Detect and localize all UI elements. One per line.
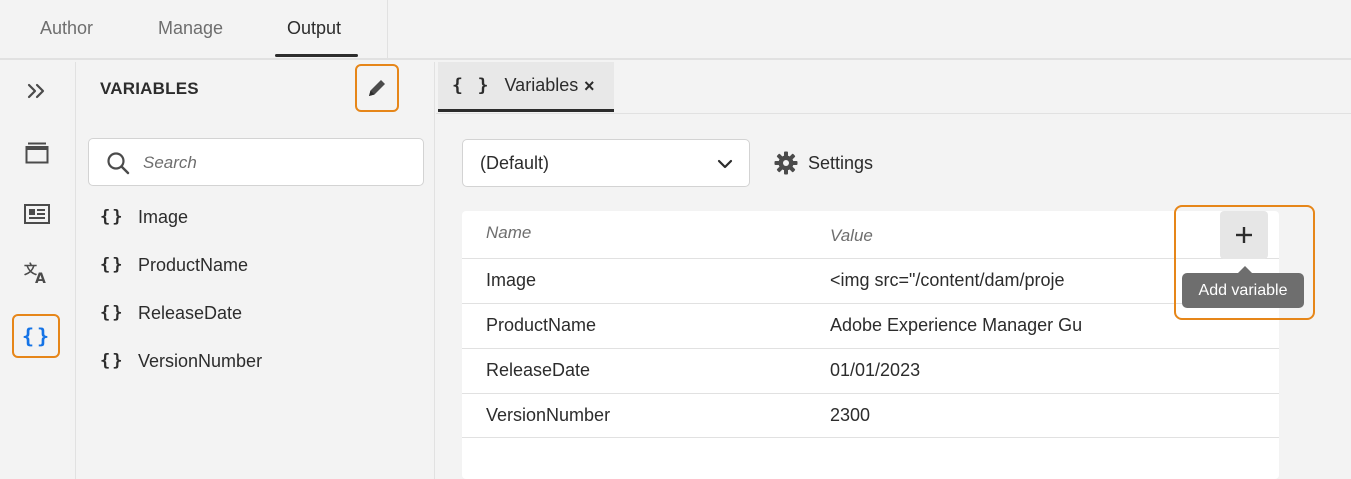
cell-name: ProductName	[486, 315, 597, 335]
settings-button[interactable]: Settings	[774, 149, 873, 177]
document-tab-bar: { } Variables ×	[436, 62, 1351, 114]
add-variable-tooltip: Add variable	[1182, 273, 1304, 308]
cell-value[interactable]: 2300	[830, 405, 1092, 426]
main-area: { } Variables × (Default) Settings Name …	[436, 62, 1351, 479]
variables-icon[interactable]: {}	[22, 321, 52, 351]
variable-braces-icon: {}	[100, 351, 125, 371]
cell-value[interactable]: 01/01/2023	[830, 360, 1092, 381]
panel-title: VARIABLES	[100, 79, 199, 98]
chevron-down-icon	[717, 159, 733, 169]
gear-icon	[774, 151, 798, 175]
variable-list-item[interactable]: {} ReleaseDate	[100, 298, 242, 328]
close-icon[interactable]: ×	[584, 76, 595, 97]
variables-table: Name Value Image <img src="/content/dam/…	[462, 211, 1279, 479]
settings-label: Settings	[808, 152, 874, 173]
add-variable-button[interactable]	[1220, 211, 1268, 259]
cell-name: ReleaseDate	[486, 360, 591, 380]
variable-label: Image	[138, 206, 189, 227]
variable-braces-icon: {}	[100, 255, 125, 275]
table-row[interactable]: Image <img src="/content/dam/proje	[462, 258, 1279, 303]
table-row[interactable]: ProductName Adobe Experience Manager Gu	[462, 303, 1279, 348]
pencil-icon	[369, 80, 385, 96]
top-bar: Author Manage Output	[0, 0, 1351, 60]
cell-value[interactable]: <img src="/content/dam/proje	[830, 270, 1092, 291]
variable-label: ReleaseDate	[138, 302, 243, 323]
variable-label: VersionNumber	[138, 350, 263, 371]
variable-list-item[interactable]: {} Image	[100, 202, 188, 232]
variable-list-item[interactable]: {} ProductName	[100, 250, 248, 280]
search-input[interactable]	[143, 151, 413, 175]
profile-dropdown-value: (Default)	[480, 153, 550, 173]
tab-manage[interactable]: Manage	[158, 18, 223, 39]
search-icon	[107, 152, 130, 175]
tooltip-arrow	[1238, 266, 1252, 273]
plus-icon	[1236, 227, 1252, 243]
expand-icon[interactable]	[22, 76, 52, 106]
column-header-name: Name	[486, 223, 532, 242]
profile-dropdown[interactable]: (Default)	[462, 139, 750, 187]
braces-icon: { }	[452, 75, 491, 96]
preview-icon[interactable]	[22, 138, 52, 168]
active-tab-indicator	[275, 54, 358, 57]
cell-name: Image	[486, 270, 537, 290]
table-row[interactable]: VersionNumber 2300	[462, 393, 1279, 438]
tab-output[interactable]: Output	[287, 18, 341, 39]
variable-list-item[interactable]: {} VersionNumber	[100, 346, 262, 376]
tab-variables[interactable]: { } Variables ×	[438, 62, 614, 112]
search-box[interactable]	[88, 138, 424, 186]
variable-braces-icon: {}	[100, 303, 125, 323]
cell-value[interactable]: Adobe Experience Manager Gu	[830, 315, 1092, 336]
left-rail: 文A {}	[0, 62, 76, 479]
translate-icon[interactable]: 文A	[22, 258, 52, 288]
variables-panel: VARIABLES {} Image {} ProductName {} Rel…	[77, 62, 435, 479]
tab-author[interactable]: Author	[40, 18, 93, 39]
variable-label: ProductName	[138, 254, 249, 275]
variable-braces-icon: {}	[100, 207, 125, 227]
edit-button[interactable]	[355, 64, 399, 112]
svg-text:A: A	[35, 271, 46, 285]
table-row[interactable]: ReleaseDate 01/01/2023	[462, 348, 1279, 393]
cell-name: VersionNumber	[486, 405, 611, 425]
top-tabs: Author Manage Output	[0, 0, 388, 58]
column-header-value: Value	[830, 226, 873, 245]
page-layout-icon[interactable]	[22, 199, 52, 229]
tab-label: Variables	[504, 75, 579, 95]
